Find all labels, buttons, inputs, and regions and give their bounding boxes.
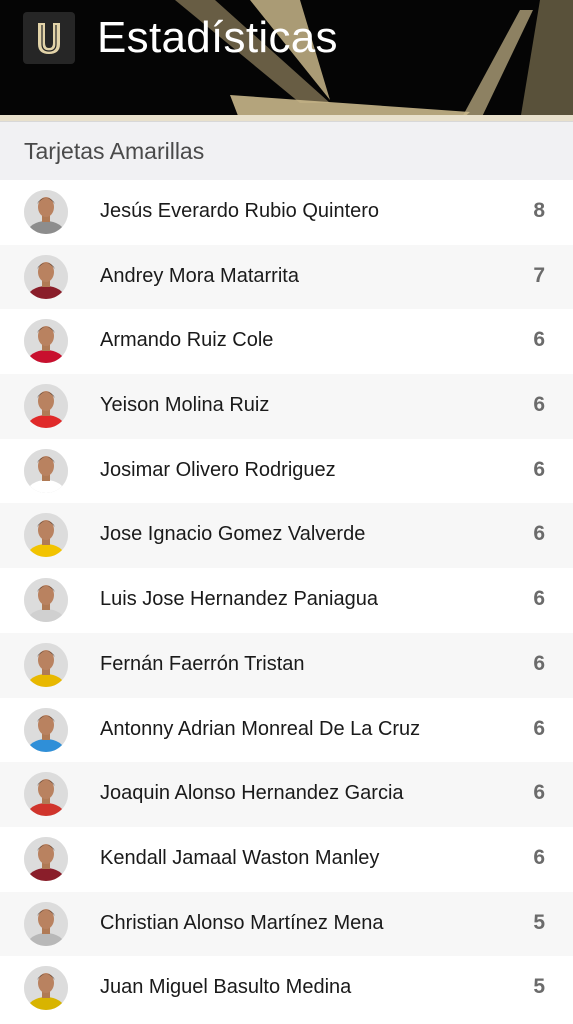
player-photo-icon [24, 448, 68, 493]
player-row[interactable]: Armando Ruiz Cole 6 [0, 309, 573, 375]
yellow-card-count: 6 [533, 328, 545, 352]
section-title: Tarjetas Amarillas [24, 138, 205, 164]
player-photo-icon [24, 966, 68, 1011]
player-photo-icon [24, 901, 68, 946]
yellow-card-count: 6 [533, 845, 545, 869]
player-row[interactable]: Christian Alonso Martínez Mena 5 [0, 891, 573, 957]
player-name: Antonny Adrian Monreal De La Cruz [100, 717, 421, 740]
player-avatar [24, 513, 68, 558]
player-photo-icon [24, 254, 68, 299]
player-avatar [24, 707, 68, 752]
yellow-card-count: 6 [533, 716, 545, 740]
player-photo-icon [24, 578, 68, 623]
player-row[interactable]: Kendall Jamaal Waston Manley 6 [0, 826, 573, 892]
yellow-card-count: 6 [533, 457, 545, 481]
logo-u-icon [38, 23, 60, 54]
yellow-card-count: 8 [533, 199, 545, 222]
player-name: Fernán Faerrón Tristan [100, 652, 305, 675]
player-name: Kendall Jamaal Waston Manley [100, 846, 380, 869]
yellow-card-count: 6 [533, 587, 545, 611]
yellow-card-count: 6 [533, 393, 545, 417]
player-photo-icon [24, 319, 68, 364]
yellow-card-count: 6 [533, 781, 545, 805]
player-avatar [24, 319, 68, 364]
player-row[interactable]: Antonny Adrian Monreal De La Cruz 6 [0, 697, 573, 763]
yellow-card-count: 6 [533, 651, 545, 675]
player-name: Joaquin Alonso Hernandez Garcia [100, 782, 404, 805]
player-row[interactable]: Jesús Everardo Rubio Quintero 8 [0, 180, 573, 245]
player-name: Armando Ruiz Cole [100, 329, 274, 352]
player-avatar [24, 772, 68, 817]
yellow-card-count: 5 [533, 975, 545, 999]
player-photo-icon [24, 384, 68, 429]
player-name: Luis Jose Hernandez Paniagua [100, 588, 378, 611]
player-name: Yeison Molina Ruiz [100, 394, 270, 417]
player-avatar [24, 448, 68, 493]
player-photo-icon [24, 707, 68, 752]
player-row[interactable]: Joaquin Alonso Hernandez Garcia 6 [0, 762, 573, 827]
page-title: Estadísticas [97, 13, 338, 62]
player-photo-icon [24, 836, 68, 881]
player-avatar [24, 254, 68, 299]
player-name: Jose Ignacio Gomez Valverde [100, 523, 366, 546]
player-photo-icon [24, 190, 68, 234]
player-row[interactable]: Juan Miguel Basulto Medina 5 [0, 956, 573, 1021]
player-row[interactable]: Jose Ignacio Gomez Valverde 6 [0, 503, 573, 569]
player-row[interactable]: Yeison Molina Ruiz 6 [0, 374, 573, 439]
player-avatar [24, 901, 68, 946]
yellow-card-count: 6 [533, 522, 545, 546]
player-name: Andrey Mora Matarrita [100, 264, 299, 287]
player-photo-icon [24, 642, 68, 687]
player-row[interactable]: Luis Jose Hernandez Paniagua 6 [0, 568, 573, 633]
player-avatar [24, 642, 68, 687]
app-header: Estadísticas [0, 0, 573, 121]
app-logo[interactable] [23, 12, 75, 64]
player-name: Josimar Olivero Rodriguez [100, 458, 336, 481]
player-avatar [24, 578, 68, 623]
player-avatar [24, 966, 68, 1011]
section-header: Tarjetas Amarillas [0, 121, 573, 180]
player-avatar [24, 190, 68, 234]
player-row[interactable]: Fernán Faerrón Tristan 6 [0, 632, 573, 698]
player-name: Jesús Everardo Rubio Quintero [100, 200, 380, 222]
player-row[interactable]: Josimar Olivero Rodriguez 6 [0, 438, 573, 504]
yellow-card-count: 7 [533, 263, 545, 287]
player-name: Christian Alonso Martínez Mena [100, 911, 384, 934]
player-photo-icon [24, 772, 68, 817]
player-avatar [24, 836, 68, 881]
player-row[interactable]: Andrey Mora Matarrita 7 [0, 244, 573, 310]
player-photo-icon [24, 513, 68, 558]
player-list: Jesús Everardo Rubio Quintero 8 Andrey Mor… [0, 180, 573, 1021]
player-name: Juan Miguel Basulto Medina [100, 976, 352, 999]
player-avatar [24, 384, 68, 429]
yellow-card-count: 5 [533, 910, 545, 934]
